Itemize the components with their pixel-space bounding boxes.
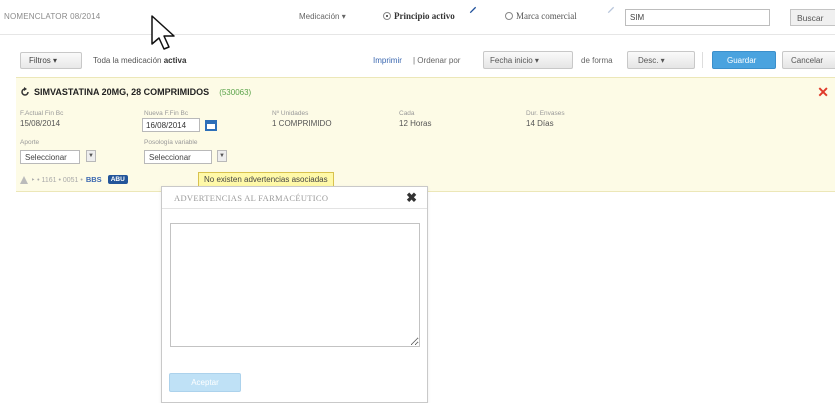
advertencias-modal: ADVERTENCIAS AL FARMACÉUTICO ✖ Aceptar (161, 186, 428, 403)
medicacion-dropdown[interactable]: Medicación ▾ (299, 12, 346, 21)
nueva-fecha-input[interactable] (142, 118, 200, 132)
radio-dot-selected-icon (383, 12, 391, 20)
separator (702, 52, 703, 68)
refresh-icon[interactable] (20, 87, 30, 97)
posologia-select[interactable]: Seleccionar (144, 150, 212, 164)
desc-sort-dropdown[interactable]: Desc. ▾ (627, 51, 695, 69)
filtros-button[interactable]: Filtros ▾ (20, 52, 82, 69)
drug-title: SIMVASTATINA 20MG, 28 COMPRIMIDOS (53006… (20, 87, 251, 97)
filter-summary: Toda la medicación activa (93, 56, 186, 65)
close-icon[interactable]: ✖ (406, 190, 417, 206)
advertencias-tooltip: No existen advertencias asociadas (198, 172, 334, 187)
search-input[interactable] (625, 9, 770, 26)
radio-principio-activo[interactable]: Principio activo (383, 11, 455, 21)
modal-header: ADVERTENCIAS AL FARMACÉUTICO ✖ (162, 187, 427, 209)
cada-label: Cada (399, 110, 415, 117)
top-bar: NOMENCLATOR 08/2014 Medicación ▾ Princip… (0, 0, 835, 35)
radio-principio-label: Principio activo (394, 11, 455, 21)
chevron-down-icon[interactable]: ▼ (217, 150, 227, 162)
nomenclator-label: NOMENCLATOR 08/2014 (4, 12, 101, 21)
radio-marca-label: Marca comercial (516, 11, 577, 21)
unidades-value: 1 COMPRIMIDO (272, 119, 332, 128)
imprimir-link[interactable]: Imprimir (373, 56, 402, 65)
icon-row: ‣ • 1161 • 0051 • BBS ABU (20, 175, 128, 184)
calendar-icon[interactable] (204, 118, 218, 132)
bbs-badge[interactable]: BBS (86, 175, 102, 184)
cada-value: 12 Horas (399, 119, 432, 128)
ordenar-label: | Ordenar por (413, 56, 461, 65)
nueva-fecha-label: Nueva F.Fin Bc (144, 110, 189, 117)
drug-panel: SIMVASTATINA 20MG, 28 COMPRIMIDOS (53006… (16, 77, 835, 192)
close-icon[interactable]: ✕ (817, 84, 829, 101)
filter-summary-bold: activa (163, 56, 187, 65)
dur-envases-label: Dur. Envases (526, 110, 565, 117)
buscar-button[interactable]: Buscar (790, 9, 835, 26)
cancelar-button[interactable]: Cancelar (782, 51, 835, 69)
icon-row-text: ‣ • 1161 • 0051 • (31, 176, 83, 184)
fecha-actual-value: 15/08/2014 (20, 119, 61, 128)
filter-summary-text: Toda la medicación (93, 56, 164, 65)
aporte-select[interactable]: Seleccionar (20, 150, 80, 164)
de-forma-label: de forma (581, 56, 613, 65)
radio-marca-comercial[interactable]: Marca comercial (505, 11, 577, 21)
pencil-icon[interactable] (468, 5, 477, 14)
drug-code: (530063) (219, 87, 252, 97)
fecha-inicio-sort-dropdown[interactable]: Fecha inicio ▾ (483, 51, 573, 69)
pencil-icon[interactable] (606, 5, 615, 14)
chevron-down-icon[interactable]: ▼ (86, 150, 96, 162)
fecha-actual-label: F.Actual Fin Bc (20, 110, 64, 117)
abu-badge[interactable]: ABU (107, 175, 128, 184)
aceptar-button[interactable]: Aceptar (169, 373, 241, 392)
info-icon[interactable] (20, 175, 28, 184)
modal-title: ADVERTENCIAS AL FARMACÉUTICO (174, 193, 329, 203)
mouse-cursor-icon (151, 15, 175, 50)
advertencias-textarea[interactable] (170, 223, 420, 347)
dur-envases-value: 14 Días (526, 119, 554, 128)
aporte-label: Aporte (20, 139, 40, 146)
posologia-label: Posología variable (144, 139, 198, 146)
guardar-button[interactable]: Guardar (712, 51, 776, 69)
radio-dot-icon (505, 12, 513, 20)
drug-name: SIMVASTATINA 20MG, 28 COMPRIMIDOS (34, 87, 210, 97)
unidades-label: Nº Unidades (272, 110, 309, 117)
